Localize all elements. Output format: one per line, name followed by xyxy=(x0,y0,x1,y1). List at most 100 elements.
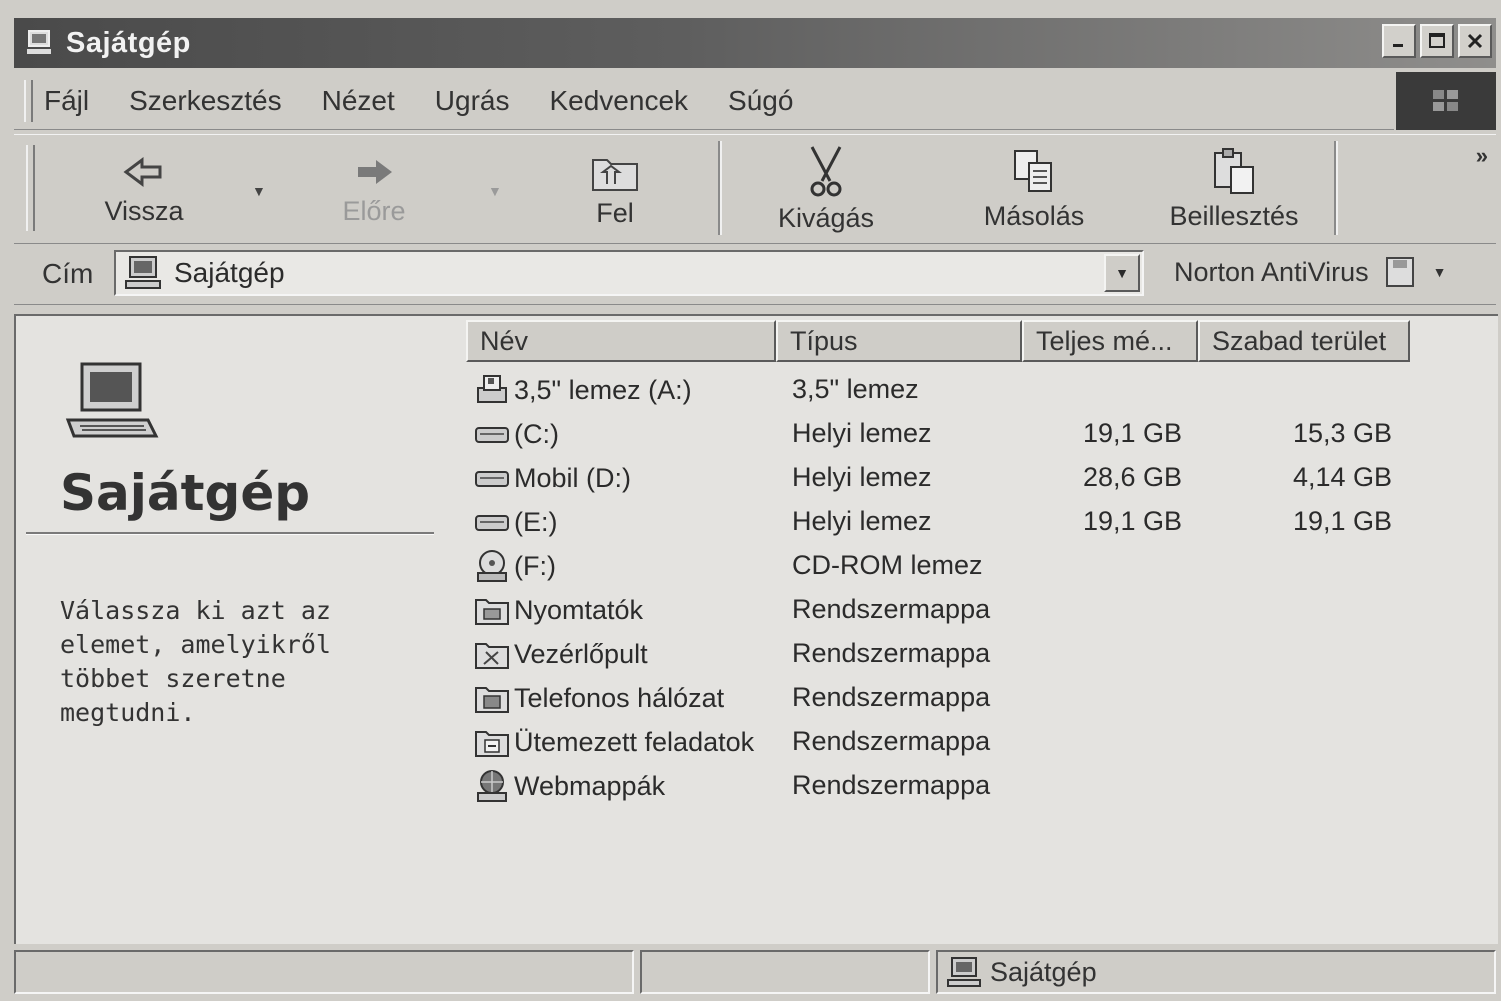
toolbar-more-icon[interactable]: » xyxy=(1476,143,1488,169)
item-total-size: 19,1 GB xyxy=(1082,418,1182,448)
hard-drive-icon xyxy=(470,422,514,446)
item-free-space: 15,3 GB xyxy=(1292,418,1392,448)
pane-title: Sajátgép xyxy=(60,464,311,522)
menu-view[interactable]: Nézet xyxy=(322,85,395,117)
floppy-icon xyxy=(470,374,514,406)
column-header-name[interactable]: Név xyxy=(466,320,776,362)
list-item[interactable]: Webmappák Rendszermappa xyxy=(466,766,1496,806)
info-pane: Sajátgép Válassza ki azt az elemet, amel… xyxy=(16,316,456,944)
item-name: Webmappák xyxy=(514,770,666,801)
item-name: (C:) xyxy=(514,418,559,449)
item-free-space: 4,14 GB xyxy=(1292,462,1392,492)
item-type: 3,5" lemez xyxy=(792,374,919,404)
cut-label: Kivágás xyxy=(777,202,875,233)
item-name: Ütemezett feladatok xyxy=(514,726,755,757)
close-icon xyxy=(1467,33,1483,49)
my-computer-large-icon xyxy=(64,360,160,449)
paste-label: Beillesztés xyxy=(1169,200,1299,231)
list-item[interactable]: (E:) Helyi lemez 19,1 GB 19,1 GB xyxy=(466,502,1496,542)
item-name: Telefonos hálózat xyxy=(514,682,725,713)
menu-grip[interactable] xyxy=(24,80,33,122)
list-item[interactable]: 3,5" lemez (A:) 3,5" lemez xyxy=(466,370,1496,410)
close-button[interactable] xyxy=(1458,24,1492,58)
maximize-button[interactable] xyxy=(1420,24,1454,58)
item-name: 3,5" lemez (A:) xyxy=(514,374,692,405)
content-area: Sajátgép Válassza ki azt az elemet, amel… xyxy=(14,314,1498,944)
toolbar-grip[interactable] xyxy=(26,145,35,231)
item-type: Rendszermappa xyxy=(792,682,991,712)
menu-file[interactable]: Fájl xyxy=(44,85,89,117)
title-bar[interactable]: Sajátgép xyxy=(14,18,1496,68)
address-value: Sajátgép xyxy=(174,257,285,288)
scissors-icon xyxy=(810,145,842,196)
menu-favorites[interactable]: Kedvencek xyxy=(549,85,688,117)
list-item[interactable]: (C:) Helyi lemez 19,1 GB 15,3 GB xyxy=(466,414,1496,454)
copy-icon xyxy=(1014,149,1052,192)
item-type: Helyi lemez xyxy=(792,418,932,448)
list-item[interactable]: (F:) CD-ROM lemez xyxy=(466,546,1496,586)
hard-drive-icon xyxy=(470,466,514,490)
back-button[interactable]: Vissza xyxy=(84,135,204,243)
norton-dropdown-icon[interactable]: ▼ xyxy=(1433,264,1447,280)
windows-logo-icon xyxy=(1433,90,1458,111)
item-type: CD-ROM lemez xyxy=(792,550,983,580)
pane-divider xyxy=(26,532,434,535)
minimize-icon xyxy=(1393,44,1403,47)
standard-toolbar: Vissza ▼ Előre ▼ Fel Kivágás Másolás Bei… xyxy=(14,134,1496,244)
explorer-window: Sajátgép Fájl Szerkesztés Nézet Ugrás Ke… xyxy=(0,0,1501,1001)
up-folder-icon xyxy=(592,158,638,191)
cdrom-icon xyxy=(470,549,514,583)
item-type: Rendszermappa xyxy=(792,638,991,668)
minimize-button[interactable] xyxy=(1382,24,1416,58)
column-header-total-size[interactable]: Teljes mé... xyxy=(1022,320,1198,362)
address-input[interactable]: Sajátgép ▼ xyxy=(114,250,1144,296)
item-name: (F:) xyxy=(514,550,556,581)
computer-icon xyxy=(946,956,982,988)
pane-description: Válassza ki azt az elemet, amelyikről tö… xyxy=(60,596,331,727)
toolbar-separator xyxy=(718,141,722,235)
status-cell-size xyxy=(640,950,930,994)
item-total-size: 28,6 GB xyxy=(1082,462,1182,492)
printers-folder-icon xyxy=(470,594,514,626)
item-type: Rendszermappa xyxy=(792,770,991,800)
control-panel-icon xyxy=(470,638,514,670)
status-bar: Sajátgép xyxy=(14,946,1496,996)
windows-logo-throbber xyxy=(1396,72,1496,130)
list-item[interactable]: Telefonos hálózat Rendszermappa xyxy=(466,678,1496,718)
copy-button[interactable]: Másolás xyxy=(969,135,1099,243)
menu-bar: Fájl Szerkesztés Nézet Ugrás Kedvencek S… xyxy=(14,72,1394,130)
status-cell-zone: Sajátgép xyxy=(936,950,1496,994)
item-total-size: 19,1 GB xyxy=(1082,506,1182,536)
item-name: (E:) xyxy=(514,506,558,537)
item-name: Vezérlőpult xyxy=(514,638,648,669)
up-button[interactable]: Fel xyxy=(560,135,670,243)
list-item[interactable]: Vezérlőpult Rendszermappa xyxy=(466,634,1496,674)
menu-edit[interactable]: Szerkesztés xyxy=(129,85,282,117)
item-name: Nyomtatók xyxy=(514,594,644,625)
norton-antivirus-toolbar[interactable]: Norton AntiVirus ▼ xyxy=(1174,254,1446,290)
paste-button[interactable]: Beillesztés xyxy=(1154,135,1314,243)
forward-button[interactable]: Előre xyxy=(314,135,434,243)
dialup-network-icon xyxy=(470,682,514,714)
window-title: Sajátgép xyxy=(66,26,191,59)
scheduled-tasks-icon xyxy=(470,726,514,758)
back-dropdown-icon[interactable]: ▼ xyxy=(252,183,266,199)
menu-help[interactable]: Súgó xyxy=(728,85,793,117)
status-cell-main xyxy=(14,950,634,994)
column-header-free-space[interactable]: Szabad terület xyxy=(1198,320,1410,362)
maximize-icon xyxy=(1429,33,1445,48)
item-name: Mobil (D:) xyxy=(514,462,632,493)
forward-dropdown-icon[interactable]: ▼ xyxy=(488,183,502,199)
copy-label: Másolás xyxy=(983,200,1085,231)
list-item[interactable]: Mobil (D:) Helyi lemez 28,6 GB 4,14 GB xyxy=(466,458,1496,498)
item-type: Helyi lemez xyxy=(792,462,932,492)
cut-button[interactable]: Kivágás xyxy=(766,135,886,243)
list-item[interactable]: Nyomtatók Rendszermappa xyxy=(466,590,1496,630)
address-bar: Cím Sajátgép ▼ Norton AntiVirus ▼ xyxy=(14,244,1496,305)
menu-go[interactable]: Ugrás xyxy=(435,85,510,117)
list-item[interactable]: Ütemezett feladatok Rendszermappa xyxy=(466,722,1496,762)
address-dropdown-button[interactable]: ▼ xyxy=(1104,254,1140,292)
norton-disk-icon xyxy=(1385,257,1414,287)
item-type: Rendszermappa xyxy=(792,594,991,624)
column-header-type[interactable]: Típus xyxy=(776,320,1022,362)
